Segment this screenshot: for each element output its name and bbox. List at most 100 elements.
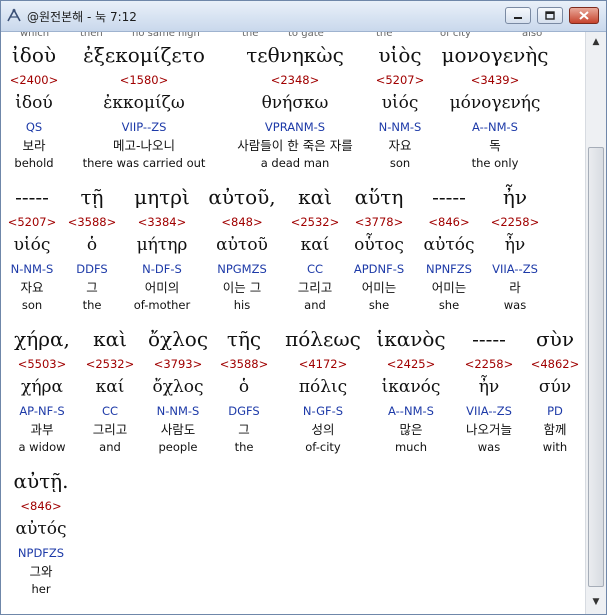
parsing-code: A--NM-S [388, 404, 434, 418]
word-column[interactable]: μονογενὴς <3439> μόνογενής A--NM-S 독 the… [434, 40, 556, 171]
word-column[interactable]: ----- <2258> ἦν VIIA--ZS 나오거늘 was [454, 324, 524, 455]
korean-gloss: 성의 [311, 422, 335, 437]
title-bar[interactable]: @원전본해 - 눅 7:12 [1, 1, 606, 32]
scroll-up-arrow-icon[interactable]: ▲ [588, 34, 604, 50]
word-column[interactable]: ----- <5207> υἱός N-NM-S 자요 son [6, 182, 58, 313]
partial-word: no same high [132, 32, 200, 39]
lemma: ἱκανός [381, 377, 441, 397]
lemma: ὁ [238, 377, 250, 397]
strong-number[interactable]: <1580> [66, 70, 222, 90]
word-column[interactable]: ἐξεκομίζετο <1580> ἐκκομίζω VIIP--ZS 메고-… [66, 40, 222, 171]
english-gloss: was [477, 440, 501, 454]
word-column[interactable]: ἦν <2258> ἦν VIIA--ZS 라 was [484, 182, 546, 313]
english-gloss: son [389, 156, 411, 170]
lemma: ἦν [504, 235, 526, 255]
english-gloss: there was carried out [82, 156, 206, 170]
strong-number[interactable]: <3793> [142, 354, 214, 374]
word-column[interactable]: ἱκανὸς <2425> ἱκανός A--NM-S 많은 much [372, 324, 450, 455]
lemma: υἱός [13, 235, 51, 255]
word-column[interactable]: τῇ <3588> ὁ DDFS 그 the [64, 182, 120, 313]
parsing-code: CC [101, 404, 119, 418]
strong-number[interactable]: <846> [6, 496, 76, 516]
english-gloss: the only [471, 156, 519, 170]
partial-word: which [20, 32, 50, 39]
korean-gloss: 그 [86, 280, 98, 295]
word-column[interactable]: αὐτοῦ, <848> αὐτοῦ NPGMZS 이는 그 his [204, 182, 280, 313]
english-gloss: she [438, 298, 460, 312]
korean-gloss: 그리고 [297, 280, 333, 295]
strong-number[interactable]: <2258> [484, 212, 546, 232]
lemma: ὄχλος [152, 377, 204, 397]
lemma: χήρα [21, 377, 63, 397]
word-column[interactable]: τῆς <3588> ὁ DGFS 그 the [216, 324, 272, 455]
english-gloss: behold [14, 156, 54, 170]
strong-number[interactable]: <5207> [6, 212, 58, 232]
word-column[interactable]: σὺν <4862> σύν PD 함께 with [528, 324, 582, 455]
interlinear-row: ἰδοὺ <2400> ἰδού QS 보라 behold ἐξεκομίζετ… [2, 40, 585, 170]
word-column[interactable]: υἱὸς <5207> υἱός N-NM-S 자요 son [372, 40, 428, 171]
strong-number[interactable]: <4862> [528, 354, 582, 374]
english-gloss: with [542, 440, 568, 454]
greek-word: ----- [472, 327, 506, 351]
parsing-code: VIIA--ZS [492, 262, 538, 276]
korean-gloss: 보라 [22, 138, 46, 153]
korean-gloss: 나오거늘 [465, 422, 512, 437]
strong-number[interactable]: <846> [416, 212, 482, 232]
strong-number[interactable]: <2532> [284, 212, 346, 232]
english-gloss: of-mother [133, 298, 191, 312]
parsing-code: A--NM-S [472, 120, 518, 134]
vertical-scrollbar[interactable]: ▲ ▼ [585, 32, 606, 614]
lemma: μόνογενής [449, 93, 541, 113]
lemma: μήτηρ [136, 235, 188, 255]
scroll-down-arrow-icon[interactable]: ▼ [588, 594, 604, 610]
strong-number[interactable]: <848> [204, 212, 280, 232]
greek-word: ----- [15, 185, 49, 209]
close-button[interactable] [569, 7, 599, 24]
lemma: καί [95, 377, 125, 397]
korean-gloss: 자요 [388, 138, 412, 153]
greek-word: τεθνηκὼς [246, 43, 344, 67]
word-column[interactable]: χήρα, <5503> χήρα AP-NF-S 과부 a widow [6, 324, 78, 455]
parsing-code: VIIA--ZS [466, 404, 512, 418]
scrollbar-thumb[interactable] [588, 147, 604, 587]
interlinear-row: χήρα, <5503> χήρα AP-NF-S 과부 a widow καὶ… [2, 324, 585, 454]
word-column[interactable]: ἰδοὺ <2400> ἰδού QS 보라 behold [6, 40, 62, 171]
strong-number[interactable]: <3778> [346, 212, 412, 232]
korean-gloss: 그 [238, 422, 250, 437]
english-gloss: son [21, 298, 43, 312]
word-column[interactable]: τεθνηκὼς <2348> θνήσκω VPRANM-S 사람들이 한 죽… [224, 40, 366, 171]
lemma: αὐτός [15, 519, 67, 539]
lemma: αὐτός [423, 235, 475, 255]
english-gloss: her [31, 582, 51, 596]
strong-number[interactable]: <5503> [6, 354, 78, 374]
word-column[interactable]: καὶ <2532> καί CC 그리고 and [284, 182, 346, 313]
word-column[interactable]: αὐτῇ. <846> αὐτός NPDFZS 그와 her [6, 466, 76, 597]
strong-number[interactable]: <4172> [276, 354, 370, 374]
strong-number[interactable]: <2400> [6, 70, 62, 90]
interlinear-text-panel[interactable]: which then no same high the to gate the … [2, 32, 585, 614]
strong-number[interactable]: <2532> [82, 354, 138, 374]
strong-number[interactable]: <2258> [454, 354, 524, 374]
strong-number[interactable]: <2348> [224, 70, 366, 90]
english-gloss: people [158, 440, 198, 454]
partial-word: the [242, 32, 259, 39]
strong-number[interactable]: <3588> [64, 212, 120, 232]
strong-number[interactable]: <2425> [372, 354, 450, 374]
minimize-icon [514, 17, 522, 19]
word-column[interactable]: μητρὶ <3384> μήτηρ N-DF-S 어미의 of-mother [126, 182, 198, 313]
word-column[interactable]: καὶ <2532> καί CC 그리고 and [82, 324, 138, 455]
word-column[interactable]: αὕτη <3778> οὗτος APDNF-S 어미는 she [346, 182, 412, 313]
parsing-code: CC [306, 262, 324, 276]
strong-number[interactable]: <3588> [216, 354, 272, 374]
strong-number[interactable]: <3439> [434, 70, 556, 90]
greek-word: μονογενὴς [441, 43, 549, 67]
minimize-button[interactable] [505, 7, 531, 24]
word-column[interactable]: ὄχλος <3793> ὄχλος N-NM-S 사람도 people [142, 324, 214, 455]
korean-gloss: 많은 [399, 422, 423, 437]
word-column[interactable]: πόλεως <4172> πόλις N-GF-S 성의 of-city [276, 324, 370, 455]
korean-gloss: 사람들이 한 죽은 자를 [237, 138, 353, 153]
strong-number[interactable]: <5207> [372, 70, 428, 90]
word-column[interactable]: ----- <846> αὐτός NPNFZS 어미는 she [416, 182, 482, 313]
maximize-button[interactable] [537, 7, 563, 24]
strong-number[interactable]: <3384> [126, 212, 198, 232]
